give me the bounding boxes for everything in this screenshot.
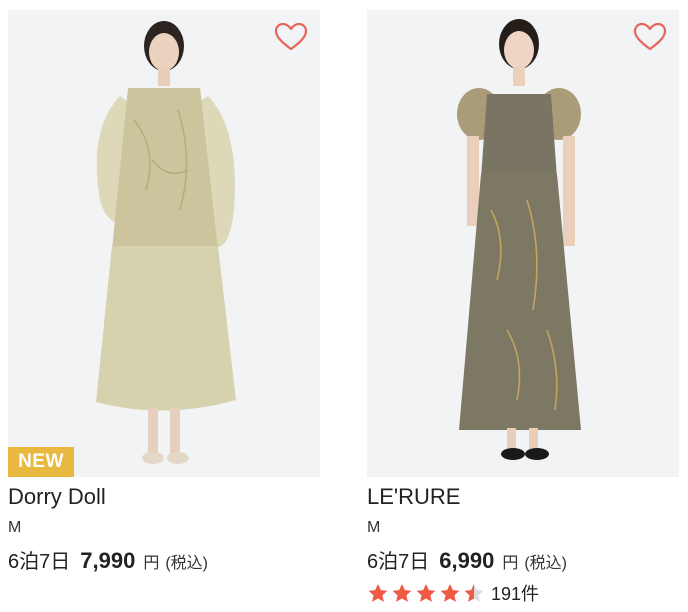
price-row: 6泊7日 6,990 円 (税込) bbox=[367, 545, 679, 575]
rating-row: 191件 bbox=[367, 581, 679, 605]
star-full-icon bbox=[440, 584, 460, 602]
product-image[interactable]: NEW bbox=[8, 10, 320, 477]
size-label: M bbox=[367, 519, 381, 536]
size-label: M bbox=[8, 519, 22, 536]
tax-note: (税込) bbox=[524, 555, 567, 572]
tax-note: (税込) bbox=[165, 555, 208, 572]
product-card[interactable]: LE'RURE M 6泊7日 6,990 円 (税込) 191件 bbox=[367, 10, 679, 605]
heart-outline-icon[interactable] bbox=[633, 22, 667, 52]
price-value: 6,990 bbox=[439, 548, 495, 573]
star-rating bbox=[367, 582, 485, 604]
star-full-icon bbox=[392, 584, 412, 602]
brand-name[interactable]: Dorry Doll bbox=[8, 484, 320, 510]
star-full-icon bbox=[416, 584, 436, 602]
currency-label: 円 bbox=[502, 555, 519, 572]
brand-name[interactable]: LE'RURE bbox=[367, 484, 679, 510]
product-image[interactable] bbox=[367, 10, 679, 477]
model-photo bbox=[457, 19, 581, 460]
star-half-icon bbox=[464, 584, 484, 602]
product-card[interactable]: NEW Dorry Doll M 6泊7日 7,990 円 (税込) bbox=[8, 10, 320, 575]
rental-plan: 6泊7日 bbox=[367, 551, 430, 573]
heart-outline-icon[interactable] bbox=[274, 22, 308, 52]
price-value: 7,990 bbox=[80, 548, 136, 573]
review-count[interactable]: 191件 bbox=[491, 580, 539, 606]
price-row: 6泊7日 7,990 円 (税込) bbox=[8, 545, 320, 575]
new-badge: NEW bbox=[8, 447, 74, 477]
model-photo bbox=[96, 21, 236, 464]
currency-label: 円 bbox=[143, 555, 160, 572]
star-full-icon bbox=[368, 584, 388, 602]
rental-plan: 6泊7日 bbox=[8, 551, 71, 573]
